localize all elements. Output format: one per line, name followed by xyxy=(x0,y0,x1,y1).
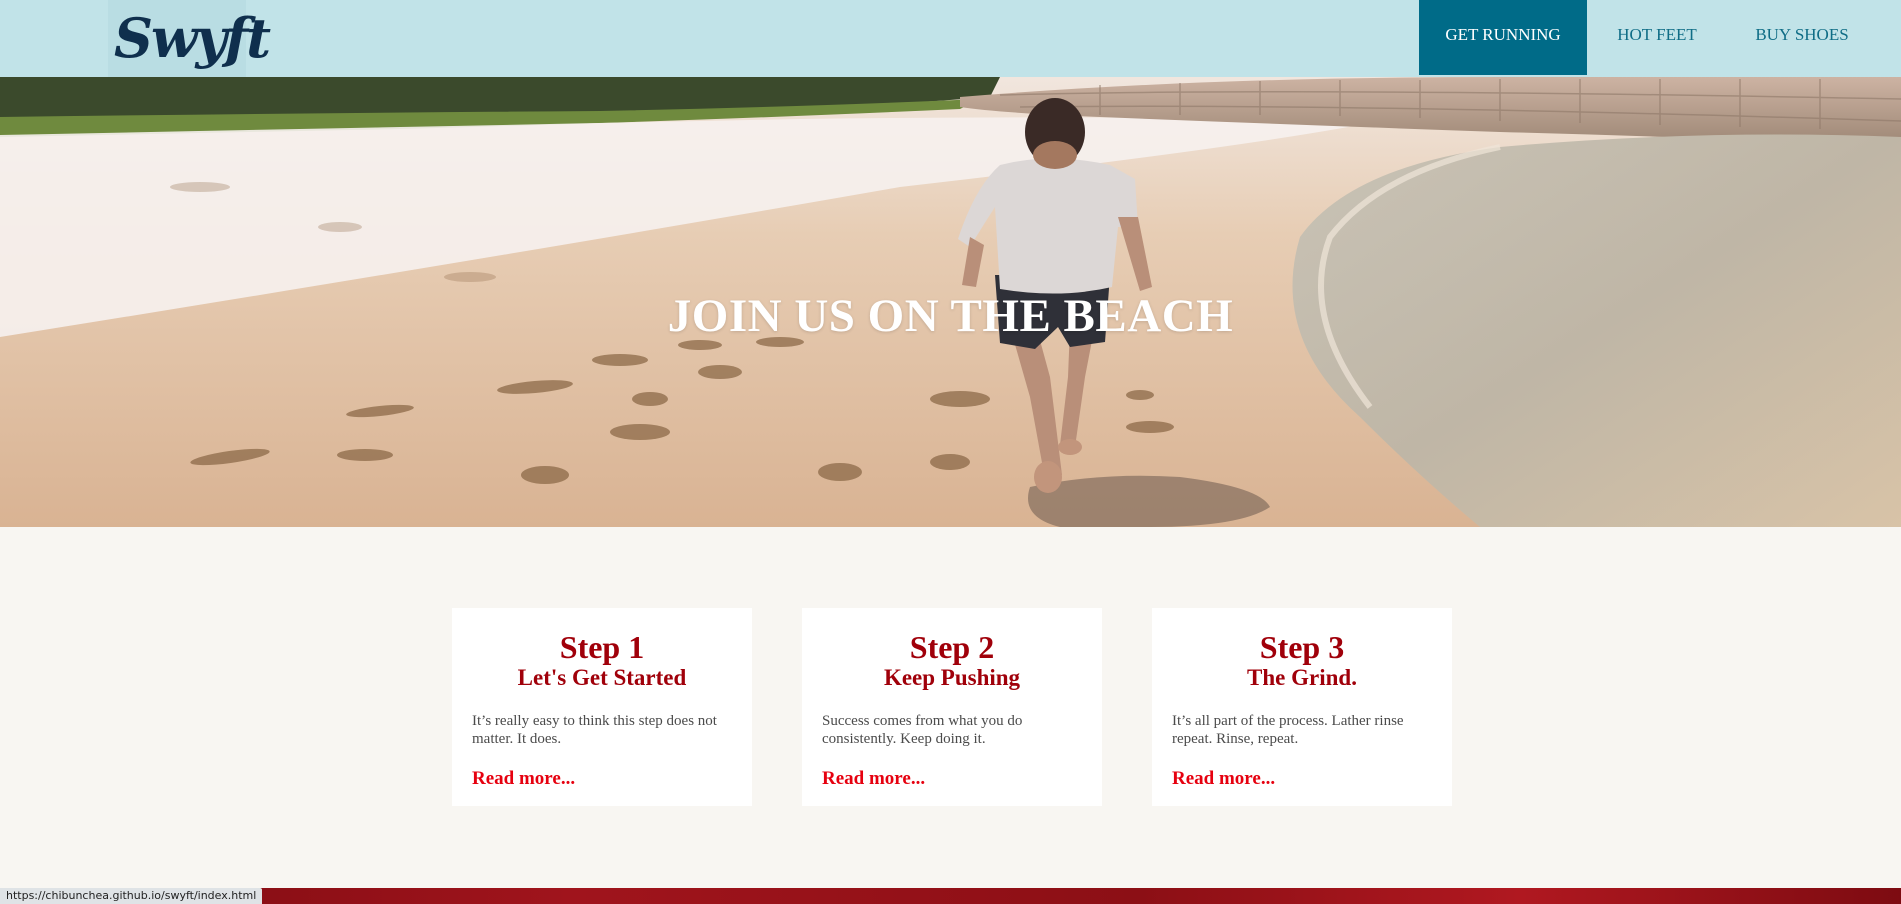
card-subtitle: The Grind. xyxy=(1247,665,1357,690)
nav-item-buy-shoes[interactable]: BUY SHOES xyxy=(1727,0,1877,75)
footer-strip xyxy=(0,888,1901,904)
read-more-link[interactable]: Read more... xyxy=(1172,768,1275,790)
main-nav: GET RUNNING HOT FEET BUY SHOES xyxy=(1419,0,1901,77)
step-card-1: Step 1 Let's Get Started It’s really eas… xyxy=(452,608,752,806)
card-step-title: Step 3 xyxy=(1259,629,1345,665)
card-description: It’s really easy to think this step does… xyxy=(472,713,717,747)
card-description: It’s all part of the process. Lather rin… xyxy=(1172,713,1404,747)
card-description: Success comes from what you do consisten… xyxy=(822,713,1023,747)
hero-title: JOIN US ON THE BEACH xyxy=(667,290,1234,342)
read-more-link[interactable]: Read more... xyxy=(822,768,925,790)
card-subtitle: Keep Pushing xyxy=(883,665,1021,690)
browser-status-url: https://chibunchea.github.io/swyft/index… xyxy=(0,888,263,904)
read-more-link[interactable]: Read more... xyxy=(472,768,575,790)
nav-item-get-running[interactable]: GET RUNNING xyxy=(1419,0,1587,75)
nav-item-hot-feet[interactable]: HOT FEET xyxy=(1587,0,1727,75)
site-logo[interactable]: Swyft xyxy=(108,0,271,77)
card-subtitle: Let's Get Started xyxy=(517,665,687,690)
card-step-title: Step 1 xyxy=(559,629,645,665)
card-step-title: Step 2 xyxy=(909,629,995,665)
hero-banner: JOIN US ON THE BEACH xyxy=(0,77,1901,527)
step-card-2: Step 2 Keep Pushing Success comes from w… xyxy=(802,608,1102,806)
site-header: Swyft GET RUNNING HOT FEET BUY SHOES xyxy=(0,0,1901,77)
step-card-3: Step 3 The Grind. It’s all part of the p… xyxy=(1152,608,1452,806)
